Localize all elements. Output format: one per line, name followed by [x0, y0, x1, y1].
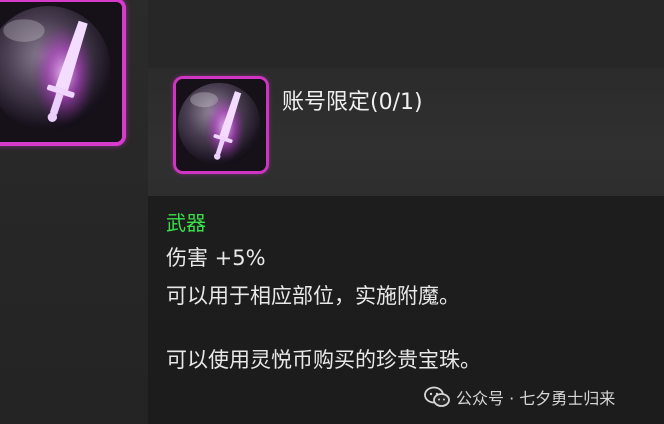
item-icon-frame: [173, 76, 269, 174]
inventory-slot[interactable]: [0, 0, 126, 146]
item-description-usage: 可以用于相应部位，实施附魔。: [166, 284, 460, 308]
item-category: 武器: [166, 211, 206, 235]
watermark: 公众号 · 七夕勇士归来: [424, 385, 615, 409]
wechat-icon: [424, 386, 450, 407]
watermark-text: 公众号 · 七夕勇士归来: [456, 389, 616, 408]
orb-sword-icon: [0, 2, 122, 142]
item-title: 账号限定(0/1): [282, 90, 423, 115]
item-description-purchase: 可以使用灵悦币购买的珍贵宝珠。: [166, 348, 481, 372]
orb-sword-icon: [176, 79, 266, 171]
item-stat: 伤害 +5%: [166, 246, 266, 270]
